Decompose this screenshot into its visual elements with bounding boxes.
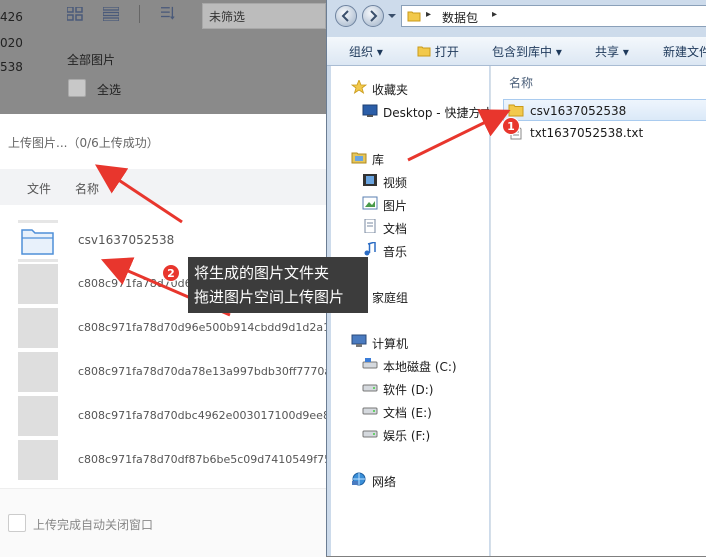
step-badge-2: 2 (162, 264, 180, 282)
instruction-callout: 将生成的图片文件夹 拖进图片空间上传图片 (188, 257, 368, 313)
arrow-to-folder (407, 109, 511, 162)
step-badge-1: 1 (502, 117, 520, 135)
callout-line: 将生成的图片文件夹 (194, 264, 330, 282)
arrow-to-dialog-title (94, 164, 183, 224)
callout-line: 拖进图片空间上传图片 (194, 288, 345, 306)
